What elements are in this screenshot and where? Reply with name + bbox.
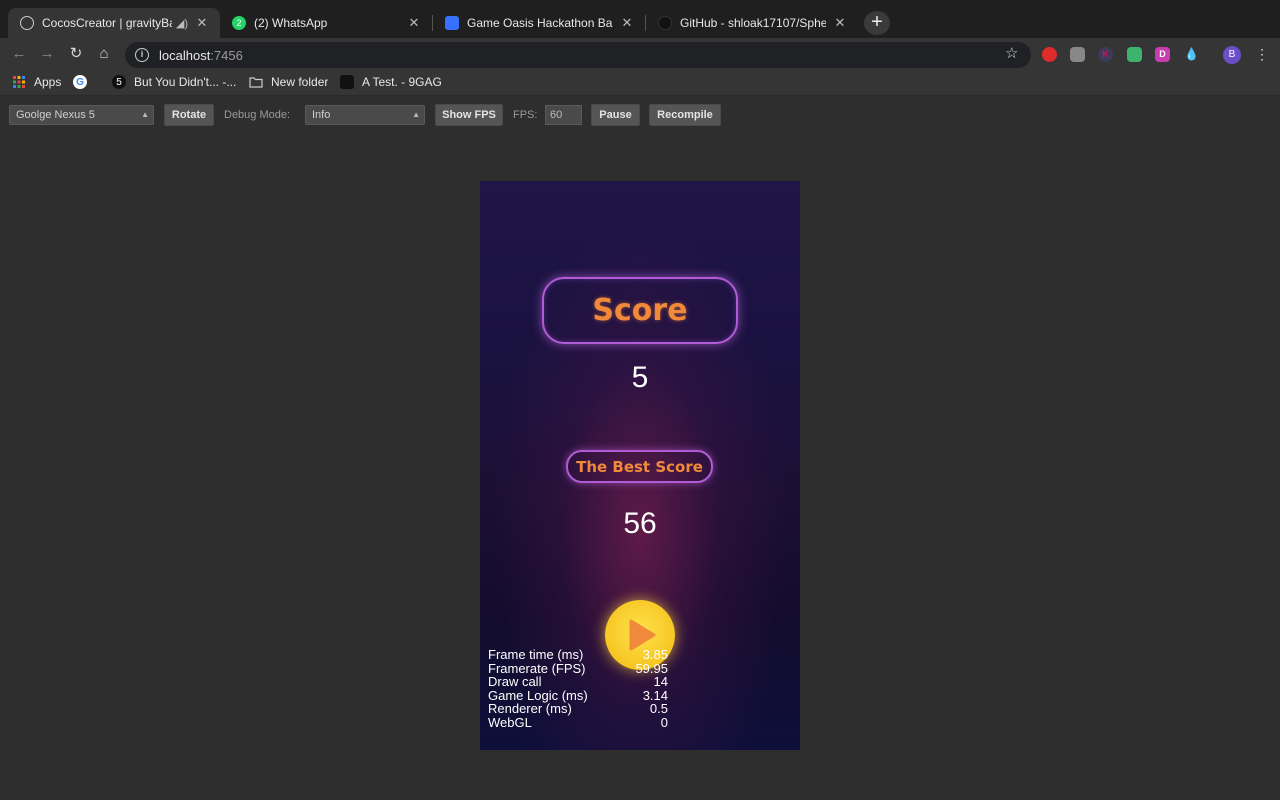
stat-row: Draw call 14	[488, 675, 668, 689]
extension-grey-icon[interactable]	[1070, 47, 1085, 62]
bookmark-label: A Test. - 9GAG	[362, 75, 442, 89]
stat-row: Framerate (FPS) 59.95	[488, 660, 668, 676]
tab-game-oasis[interactable]: Game Oasis Hackathon Bangal ✕	[433, 8, 645, 38]
extension-red-icon[interactable]	[1042, 47, 1057, 62]
extension-k-icon[interactable]: K	[1098, 47, 1113, 62]
devfolio-icon	[445, 16, 459, 30]
stat-row: WebGL 0	[488, 714, 668, 730]
best-score-label-frame: The Best Score	[566, 450, 713, 483]
cocos-icon	[20, 16, 34, 30]
debug-mode-select[interactable]: Info ▲	[305, 105, 425, 125]
9gag-icon	[340, 75, 354, 89]
bookmark-label: Apps	[34, 75, 62, 89]
extension-mail-icon[interactable]	[1127, 47, 1142, 62]
forward-icon[interactable]: →	[36, 44, 58, 64]
close-tab-icon[interactable]: ✕	[194, 15, 210, 31]
tab-cocoscreator[interactable]: CocosCreator | gravityBall ◢) ✕	[8, 8, 220, 38]
stat-row: Game Logic (ms) 3.14	[488, 687, 668, 703]
tab-title: CocosCreator | gravityBall	[42, 16, 172, 30]
folder-icon	[249, 75, 263, 89]
tab-whatsapp[interactable]: 2 (2) WhatsApp ✕	[220, 8, 432, 38]
preview-toolbar: Goolge Nexus 5 ▲ Rotate Debug Mode: Info…	[0, 97, 1280, 133]
debug-mode-value: Info	[312, 109, 331, 121]
tab-title: (2) WhatsApp	[254, 16, 328, 30]
device-select[interactable]: Goolge Nexus 5 ▲	[9, 105, 154, 125]
stat-row: Frame time (ms) 3.85	[488, 648, 668, 662]
bookmark-label: But You Didn't... -...	[134, 75, 237, 89]
stat-label: Framerate (FPS)	[488, 660, 586, 676]
address-host: localhost	[159, 47, 211, 63]
bookmark-new-folder[interactable]: New folder	[249, 75, 328, 89]
site-info-icon[interactable]: i	[135, 48, 149, 62]
apps-grid-icon	[12, 75, 26, 89]
bookmarks-bar: Apps G 5 But You Didn't... -... New fold…	[0, 70, 1280, 96]
bookmark-star-icon[interactable]: ☆	[1005, 44, 1018, 62]
stat-value: 14	[653, 674, 668, 689]
bookmark-9gag[interactable]: A Test. - 9GAG	[340, 75, 442, 89]
tab-title: Game Oasis Hackathon Bangal	[467, 16, 613, 30]
whatsapp-icon: 2	[232, 16, 246, 30]
stat-value: 0.5	[649, 701, 668, 716]
back-icon[interactable]: ←	[8, 44, 30, 64]
bookmark-label: New folder	[271, 75, 329, 89]
address-port: :7456	[210, 47, 243, 63]
debug-mode-label: Debug Mode:	[224, 109, 291, 121]
score-label-frame: Score	[542, 277, 738, 344]
tab-github[interactable]: GitHub - shloak17107/Sphere- ✕	[646, 8, 858, 38]
stat-value: 0	[660, 714, 668, 730]
pause-button[interactable]: Pause	[591, 104, 640, 126]
select-arrows-icon: ▲	[141, 110, 149, 119]
fps-input[interactable]: 60	[545, 105, 582, 125]
new-tab-button[interactable]: +	[864, 11, 890, 35]
address-bar[interactable]: i localhost:7456	[125, 42, 1031, 68]
show-fps-button[interactable]: Show FPS	[435, 104, 503, 126]
close-tab-icon[interactable]: ✕	[406, 15, 422, 31]
recompile-button[interactable]: Recompile	[649, 104, 721, 126]
stat-label: WebGL	[488, 714, 532, 730]
browser-toolbar: ← → ↻ ⌂ i localhost:7456 ☆ K D 💧 B ⋮	[0, 38, 1280, 70]
bookmark-but-you-didnt[interactable]: 5 But You Didn't... -...	[112, 75, 236, 89]
stat-label: Frame time (ms)	[488, 647, 584, 662]
bookmark-apps[interactable]: Apps	[12, 75, 61, 89]
bookmark-google[interactable]: G	[73, 75, 95, 89]
select-arrows-icon: ▲	[412, 110, 420, 119]
tab-strip: CocosCreator | gravityBall ◢) ✕ 2 (2) Wh…	[0, 0, 1280, 38]
tab-title: GitHub - shloak17107/Sphere-	[680, 16, 826, 30]
extension-d-icon[interactable]: D	[1155, 47, 1170, 62]
stat-label: Game Logic (ms)	[488, 687, 588, 703]
extension-drop-icon[interactable]: 💧	[1184, 47, 1199, 62]
google-icon: G	[73, 75, 87, 89]
profile-avatar[interactable]: B	[1223, 46, 1241, 64]
best-score-label: The Best Score	[576, 457, 703, 476]
stat-value: 59.95	[635, 660, 668, 676]
stat-label: Renderer (ms)	[488, 701, 572, 716]
score-value: 5	[631, 361, 649, 394]
site-icon: 5	[112, 75, 126, 89]
best-score-value: 56	[623, 507, 657, 540]
rotate-button[interactable]: Rotate	[164, 104, 214, 126]
close-tab-icon[interactable]: ✕	[832, 15, 848, 31]
stat-value: 3.14	[642, 687, 668, 703]
home-icon[interactable]: ⌂	[93, 44, 115, 64]
menu-kebab-icon[interactable]: ⋮	[1255, 46, 1269, 63]
game-canvas[interactable]: Score 5 The Best Score 56 Frame time (ms…	[480, 181, 800, 750]
score-label: Score	[592, 293, 688, 328]
debug-stats-panel: Frame time (ms) 3.85 Framerate (FPS) 59.95…	[488, 648, 668, 729]
stat-value: 3.85	[642, 647, 668, 662]
close-tab-icon[interactable]: ✕	[619, 15, 635, 31]
reload-icon[interactable]: ↻	[65, 44, 87, 64]
stat-row: Renderer (ms) 0.5	[488, 702, 668, 716]
speaker-icon[interactable]: ◢)	[176, 17, 188, 30]
stat-label: Draw call	[488, 674, 542, 689]
fps-label: FPS:	[513, 109, 538, 121]
device-select-value: Goolge Nexus 5	[16, 109, 95, 121]
github-icon	[658, 16, 672, 30]
